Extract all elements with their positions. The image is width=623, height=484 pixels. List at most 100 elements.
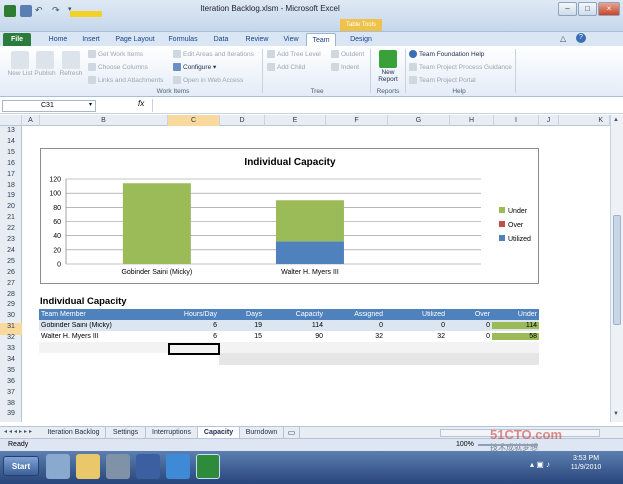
function-icon[interactable]: fx	[138, 99, 144, 108]
new-list-button[interactable]: New List	[5, 51, 35, 77]
server-manager-icon[interactable]	[46, 454, 70, 479]
tab-design[interactable]: Design	[342, 33, 380, 46]
sheet-tab[interactable]: Iteration Backlog	[42, 427, 106, 438]
vertical-scrollbar[interactable]: ▲ ▼	[610, 115, 623, 422]
tray-icons[interactable]: ▴ ▣ ♪	[530, 460, 550, 469]
name-box[interactable]: C31	[2, 100, 96, 112]
tab-page-layout[interactable]: Page Layout	[112, 33, 158, 46]
row-header[interactable]: 18	[0, 182, 22, 194]
choose-columns-button[interactable]: Choose Columns	[88, 63, 148, 71]
tab-insert[interactable]: Insert	[76, 33, 106, 46]
column-header[interactable]: G	[388, 115, 450, 126]
table-cell[interactable]: 6	[174, 333, 219, 340]
table-cell[interactable]: 6	[174, 322, 219, 329]
tab-view[interactable]: View	[278, 33, 304, 46]
row-header[interactable]: 24	[0, 247, 22, 259]
row-header[interactable]: 33	[0, 345, 22, 357]
table-header-cell[interactable]: Under	[492, 311, 539, 318]
undo-icon[interactable]: ↶	[35, 5, 47, 17]
get-work-items-button[interactable]: Get Work Items	[88, 50, 143, 58]
refresh-button[interactable]: Refresh	[58, 51, 84, 77]
select-all-corner[interactable]	[0, 115, 22, 126]
table-cell[interactable]: 0	[325, 322, 385, 329]
column-header[interactable]: K	[559, 115, 610, 126]
row-header[interactable]: 23	[0, 236, 22, 248]
table-empty-row[interactable]	[39, 342, 539, 353]
row-header[interactable]: 15	[0, 149, 22, 161]
powershell-icon[interactable]	[106, 454, 130, 479]
row-header[interactable]: 34	[0, 356, 22, 368]
internet-explorer-icon[interactable]	[166, 454, 190, 479]
row-header[interactable]: 30	[0, 312, 22, 324]
table-header-cell[interactable]: Capacity	[264, 311, 325, 318]
sheet-tab-active[interactable]: Capacity	[198, 427, 240, 438]
tab-formulas[interactable]: Formulas	[164, 33, 202, 46]
add-child-button[interactable]: Add Child	[267, 63, 305, 71]
column-header[interactable]: B	[40, 115, 168, 126]
publish-button[interactable]: Publish	[32, 51, 58, 77]
edit-areas-button[interactable]: Edit Areas and Iterations	[173, 50, 254, 58]
row-header[interactable]: 22	[0, 225, 22, 237]
indent-button[interactable]: Indent	[331, 63, 359, 71]
sheet-tab[interactable]: Interruptions	[146, 427, 198, 438]
table-cell[interactable]: 15	[219, 333, 264, 340]
column-header[interactable]: A	[22, 115, 40, 126]
maximize-button[interactable]: □	[578, 2, 597, 16]
column-header[interactable]: H	[450, 115, 494, 126]
tab-data[interactable]: Data	[208, 33, 234, 46]
help-icon[interactable]: ?	[576, 33, 586, 43]
sheet-nav-icons[interactable]: ◂◂◂▸▸▸	[4, 428, 34, 435]
table-cell[interactable]: 58	[492, 333, 539, 340]
formula-input[interactable]	[152, 99, 607, 112]
links-attachments-button[interactable]: Links and Attachments	[88, 76, 163, 84]
table-cell[interactable]: 0	[385, 322, 447, 329]
clock[interactable]: 3:53 PM 11/9/2010	[566, 454, 606, 472]
row-header[interactable]: 38	[0, 400, 22, 412]
table-header-cell[interactable]: Assigned	[325, 311, 385, 318]
column-header[interactable]: D	[220, 115, 265, 126]
row-header[interactable]: 37	[0, 389, 22, 401]
table-cell[interactable]: 90	[264, 333, 325, 340]
start-button[interactable]: Start	[3, 456, 39, 476]
row-header[interactable]: 35	[0, 367, 22, 379]
tf-help-button[interactable]: Team Foundation Help	[409, 50, 484, 58]
row-header[interactable]: 19	[0, 192, 22, 204]
name-box-dropdown-icon[interactable]: ▾	[89, 101, 92, 108]
tab-file[interactable]: File	[3, 33, 31, 46]
table-cell[interactable]: 0	[447, 322, 492, 329]
row-header[interactable]: 27	[0, 280, 22, 292]
minimize-ribbon-icon[interactable]: △	[560, 34, 566, 43]
table-header-cell[interactable]: Days	[219, 311, 264, 318]
capacity-chart[interactable]: Individual Capacity 0 20 40 60 80 100 120 Gobind…	[40, 148, 539, 284]
project-portal-button[interactable]: Team Project Portal	[409, 76, 476, 84]
scroll-down-icon[interactable]: ▼	[613, 411, 619, 417]
visual-studio-icon[interactable]	[136, 454, 160, 479]
table-cell[interactable]: 19	[219, 322, 264, 329]
zoom-slider[interactable]	[478, 444, 538, 446]
row-header[interactable]: 16	[0, 160, 22, 172]
new-report-button[interactable]: New Report	[373, 50, 403, 83]
row-header[interactable]: 29	[0, 301, 22, 313]
row-header[interactable]: 14	[0, 138, 22, 150]
row-header[interactable]: 25	[0, 258, 22, 270]
sheet-tab[interactable]: Burndown	[240, 427, 284, 438]
table-header-cell[interactable]: Utilized	[385, 311, 447, 318]
table-cell[interactable]: 32	[385, 333, 447, 340]
zoom-level[interactable]: 100%	[456, 441, 474, 448]
column-header[interactable]: I	[494, 115, 539, 126]
row-header[interactable]: 20	[0, 203, 22, 215]
minimize-button[interactable]: –	[558, 2, 577, 16]
table-header-cell[interactable]: Hours/Day	[174, 311, 219, 318]
table-cell[interactable]: 32	[325, 333, 385, 340]
table-cell[interactable]: 114	[264, 322, 325, 329]
row-header[interactable]: 31	[0, 323, 22, 335]
add-tree-level-button[interactable]: Add Tree Level	[267, 50, 321, 58]
table-cell[interactable]: 0	[447, 333, 492, 340]
column-header[interactable]: E	[265, 115, 326, 126]
active-cell[interactable]	[168, 343, 220, 355]
explorer-icon[interactable]	[76, 454, 100, 479]
process-guidance-button[interactable]: Team Project Process Guidance	[409, 63, 512, 71]
insert-sheet-icon[interactable]: ▭	[284, 427, 300, 438]
tab-home[interactable]: Home	[44, 33, 72, 46]
save-icon[interactable]	[20, 5, 32, 17]
